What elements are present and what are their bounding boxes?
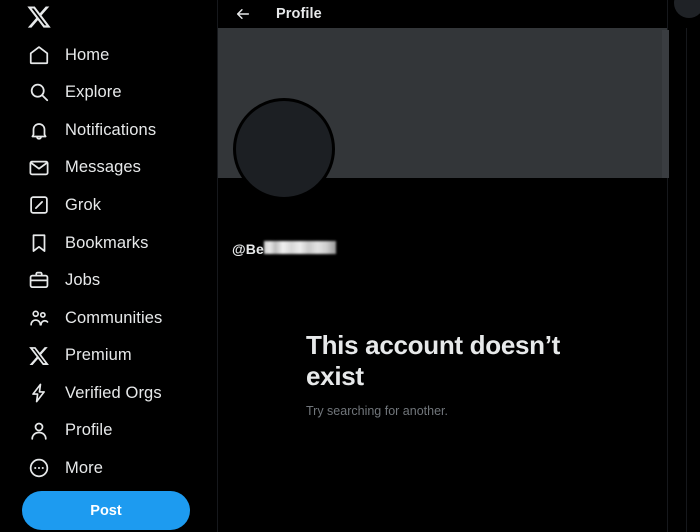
profile-header: Profile — [218, 0, 667, 28]
briefcase-icon — [26, 267, 52, 293]
sidebar-item-label: Grok — [65, 195, 102, 214]
rail-divider — [686, 28, 687, 532]
sidebar-item-jobs[interactable]: Jobs — [0, 262, 218, 300]
post-button[interactable]: Post — [22, 491, 190, 530]
right-rail — [668, 0, 700, 532]
main-column: Profile @Be This account doesn’t exist T… — [218, 0, 668, 532]
bookmark-icon — [26, 230, 52, 256]
sidebar-item-messages[interactable]: Messages — [0, 149, 218, 187]
sidebar-item-label: Messages — [65, 158, 142, 177]
sidebar-item-more[interactable]: More — [0, 450, 218, 488]
page-title: Profile — [276, 6, 322, 22]
empty-state-subtitle: Try searching for another. — [306, 404, 448, 419]
search-icon — [26, 79, 52, 105]
sidebar-item-premium[interactable]: Premium — [0, 337, 218, 375]
envelope-icon — [26, 155, 52, 181]
sidebar-item-bookmarks[interactable]: Bookmarks — [0, 224, 218, 262]
sidebar-item-profile[interactable]: Profile — [0, 412, 218, 450]
profile-handle: @Be — [232, 240, 336, 258]
x-logo-icon — [26, 343, 52, 369]
empty-state-title: This account doesn’t exist — [306, 330, 561, 391]
grok-icon — [26, 192, 52, 218]
sidebar-item-communities[interactable]: Communities — [0, 299, 218, 337]
back-arrow-icon[interactable] — [232, 3, 254, 25]
avatar — [233, 98, 335, 200]
person-icon — [26, 418, 52, 444]
sidebar-item-label: Bookmarks — [65, 233, 149, 252]
people-icon — [26, 305, 52, 331]
sidebar-item-label: Home — [65, 45, 110, 64]
sidebar-item-label: Jobs — [65, 271, 101, 290]
left-sidebar: Home Explore Notifications Messages Grok… — [0, 0, 218, 532]
sidebar-item-label: Profile — [65, 421, 113, 440]
sidebar-item-home[interactable]: Home — [0, 36, 218, 74]
rail-avatar[interactable] — [674, 0, 700, 18]
sidebar-item-label: Verified Orgs — [65, 383, 162, 402]
sidebar-item-label: More — [65, 459, 103, 478]
handle-text: @Be — [232, 241, 264, 257]
more-circle-icon — [26, 455, 52, 481]
x-logo-icon[interactable] — [26, 4, 60, 34]
bell-icon — [26, 117, 52, 143]
sidebar-item-label: Notifications — [65, 120, 157, 139]
sidebar-item-label: Explore — [65, 83, 122, 102]
lightning-icon — [26, 380, 52, 406]
sidebar-nav: Home Explore Notifications Messages Grok… — [0, 36, 218, 487]
sidebar-item-notifications[interactable]: Notifications — [0, 111, 218, 149]
empty-state: This account doesn’t exist Try searching… — [306, 330, 606, 420]
sidebar-item-label: Premium — [65, 346, 132, 365]
handle-redaction-blur — [263, 241, 336, 254]
scrollbar-thumb[interactable] — [662, 30, 669, 178]
home-icon — [26, 42, 52, 68]
sidebar-item-label: Communities — [65, 308, 163, 327]
sidebar-item-grok[interactable]: Grok — [0, 186, 218, 224]
sidebar-item-explore[interactable]: Explore — [0, 74, 218, 112]
sidebar-item-verified-orgs[interactable]: Verified Orgs — [0, 374, 218, 412]
x-profile-page: Home Explore Notifications Messages Grok… — [0, 0, 700, 532]
